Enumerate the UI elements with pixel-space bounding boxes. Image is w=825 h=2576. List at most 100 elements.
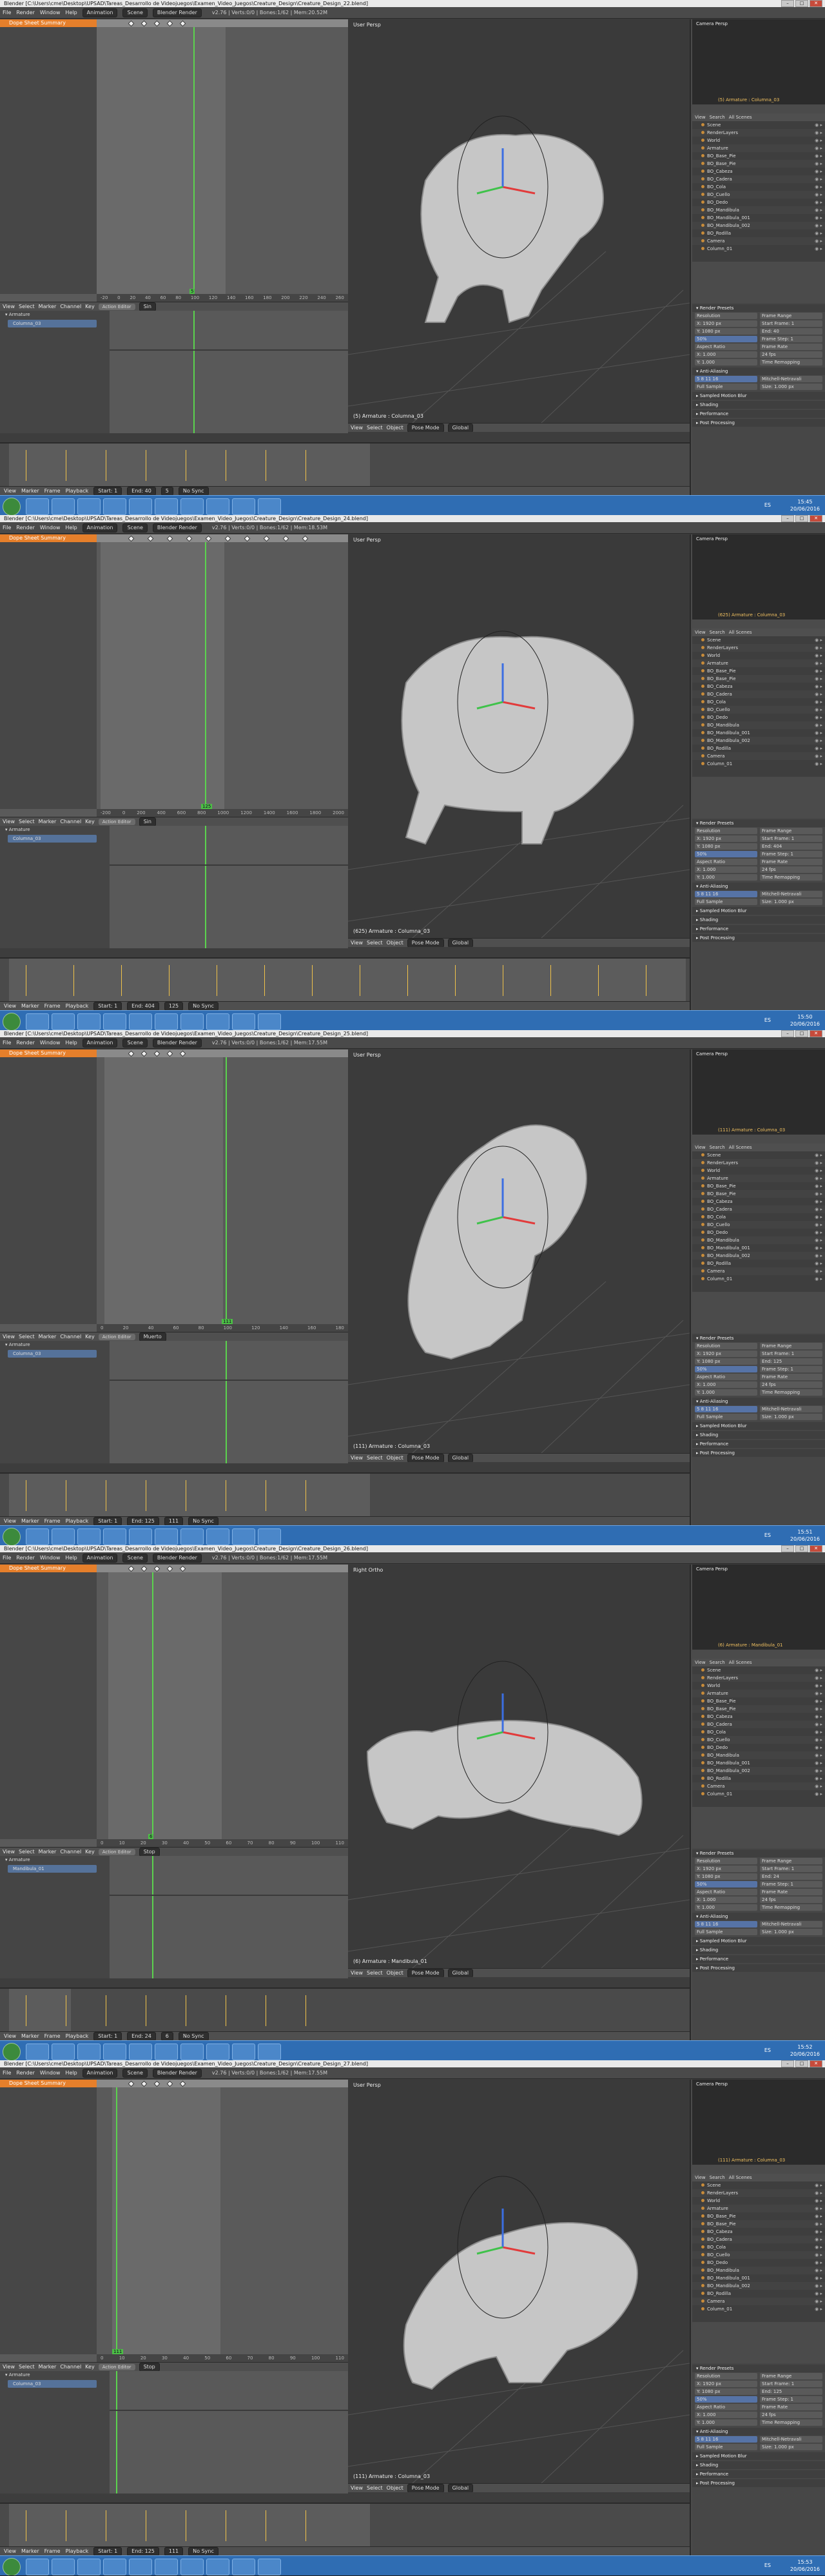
viewport-menu-item[interactable]: View	[351, 1970, 363, 1976]
start-button[interactable]	[3, 2043, 21, 2060]
viewport-menu-item[interactable]: View	[351, 2485, 363, 2491]
aspect-x-field[interactable]: X: 1.000	[695, 351, 757, 358]
timeline-menu-item[interactable]: Playback	[66, 488, 89, 494]
render-presets-header[interactable]: ▾ Render Presets	[692, 1849, 825, 1857]
frame-step-field[interactable]: Frame Step: 1	[760, 2396, 822, 2403]
taskbar-app-button[interactable]	[129, 2044, 152, 2060]
visibility-toggle-icon[interactable]: ◉ ▸	[815, 183, 822, 191]
visibility-toggle-icon[interactable]: ◉ ▸	[815, 2197, 822, 2205]
outliner-item[interactable]: BO_Cuello ◉ ▸	[692, 706, 825, 714]
outliner-item[interactable]: World ◉ ▸	[692, 2197, 825, 2205]
dope-menu-item[interactable]: Marker	[39, 1334, 57, 1340]
visibility-toggle-icon[interactable]: ◉ ▸	[815, 245, 822, 253]
outliner-item[interactable]: World ◉ ▸	[692, 1167, 825, 1175]
dope-menu-item[interactable]: Key	[85, 1849, 95, 1855]
visibility-toggle-icon[interactable]: ◉ ▸	[815, 652, 822, 659]
outliner-item[interactable]: Scene ◉ ▸	[692, 121, 825, 129]
start-frame-field[interactable]: Start: 1	[93, 487, 122, 495]
summary-channel[interactable]: Dope Sheet Summary	[0, 1565, 97, 1572]
taskbar-app-button[interactable]	[258, 1013, 281, 1030]
render-presets-header[interactable]: ▾ Render Presets	[692, 1334, 825, 1342]
viewport-menu-item[interactable]: Object	[387, 425, 403, 431]
visibility-toggle-icon[interactable]: ◉ ▸	[815, 1767, 822, 1775]
anti-aliasing-panel[interactable]: ▾ Anti-Aliasing	[692, 883, 825, 890]
outliner-item[interactable]: BO_Base_Pie ◉ ▸	[692, 667, 825, 675]
menu-window[interactable]: Window	[40, 1555, 61, 1561]
outliner-view-menu[interactable]: View	[695, 1144, 706, 1151]
outliner-item[interactable]: BO_Mandibula ◉ ▸	[692, 721, 825, 729]
outliner-item[interactable]: BO_Base_Pie ◉ ▸	[692, 2212, 825, 2220]
shading-panel[interactable]: ▸ Shading	[692, 401, 825, 409]
scene-selector[interactable]: Scene	[122, 523, 148, 532]
outliner-item[interactable]: BO_Cuello ◉ ▸	[692, 2251, 825, 2259]
visibility-toggle-icon[interactable]: ◉ ▸	[815, 683, 822, 690]
taskbar-app-button[interactable]	[155, 1013, 178, 1030]
outliner-item[interactable]: BO_Base_Pie ◉ ▸	[692, 1697, 825, 1705]
current-frame-field[interactable]: 111	[164, 1517, 184, 1525]
visibility-toggle-icon[interactable]: ◉ ▸	[815, 1751, 822, 1759]
visibility-toggle-icon[interactable]: ◉ ▸	[815, 1682, 822, 1690]
close-button[interactable]: ✕	[810, 0, 822, 7]
visibility-toggle-icon[interactable]: ◉ ▸	[815, 1690, 822, 1697]
visibility-toggle-icon[interactable]: ◉ ▸	[815, 714, 822, 721]
outliner-display-mode[interactable]: All Scenes	[729, 1659, 752, 1666]
dope-menu-item[interactable]: View	[3, 304, 15, 309]
current-frame-field[interactable]: 5	[160, 487, 173, 495]
armature-channel[interactable]: ▾ Armature	[0, 2371, 110, 2379]
visibility-toggle-icon[interactable]: ◉ ▸	[815, 2290, 822, 2298]
start-frame-field[interactable]: Start Frame: 1	[760, 320, 822, 327]
dope-menu-item[interactable]: Select	[19, 1849, 35, 1855]
aa-sample-selector[interactable]: 5 8 11 16	[695, 891, 757, 897]
post-processing-panel[interactable]: ▸ Post Processing	[692, 1449, 825, 1457]
outliner-item[interactable]: BO_Rodilla ◉ ▸	[692, 745, 825, 752]
timeline-menu-item[interactable]: Playback	[66, 1518, 89, 1524]
visibility-toggle-icon[interactable]: ◉ ▸	[815, 1666, 822, 1674]
outliner-item[interactable]: Camera ◉ ▸	[692, 2298, 825, 2305]
visibility-toggle-icon[interactable]: ◉ ▸	[815, 160, 822, 168]
outliner-item[interactable]: BO_Mandibula ◉ ▸	[692, 1236, 825, 1244]
close-button[interactable]: ✕	[810, 1545, 822, 1552]
outliner-item[interactable]: Armature ◉ ▸	[692, 144, 825, 152]
render-engine-selector[interactable]: Blender Render	[152, 8, 202, 17]
outliner-search-menu[interactable]: Search	[710, 2174, 725, 2181]
layout-selector[interactable]: Animation	[82, 523, 118, 532]
minimize-button[interactable]: –	[781, 515, 794, 522]
visibility-toggle-icon[interactable]: ◉ ▸	[815, 636, 822, 644]
layout-selector[interactable]: Animation	[82, 1038, 118, 1048]
filter-size-field[interactable]: Size: 1.000 px	[760, 2444, 822, 2450]
outliner-search-menu[interactable]: Search	[710, 1144, 725, 1151]
menu-file[interactable]: File	[3, 10, 11, 15]
performance-panel[interactable]: ▸ Performance	[692, 410, 825, 418]
outliner-display-mode[interactable]: All Scenes	[729, 629, 752, 636]
menu-window[interactable]: Window	[40, 10, 61, 15]
interaction-mode-selector[interactable]: Pose Mode	[407, 939, 444, 947]
visibility-toggle-icon[interactable]: ◉ ▸	[815, 1782, 822, 1790]
frame-step-field[interactable]: Frame Step: 1	[760, 1881, 822, 1888]
outliner-item[interactable]: BO_Dedo ◉ ▸	[692, 1744, 825, 1751]
outliner-item[interactable]: BO_Base_Pie ◉ ▸	[692, 160, 825, 168]
outliner-item[interactable]: BO_Base_Pie ◉ ▸	[692, 1190, 825, 1198]
outliner-item[interactable]: BO_Cola ◉ ▸	[692, 1728, 825, 1736]
motion-blur-panel[interactable]: ▸ Sampled Motion Blur	[692, 392, 825, 400]
start-button[interactable]	[3, 2558, 21, 2575]
visibility-toggle-icon[interactable]: ◉ ▸	[815, 1198, 822, 1205]
3d-viewport[interactable]: User Persp (111) Armature : Columna_03	[348, 1049, 690, 1453]
outliner-item[interactable]: BO_Base_Pie ◉ ▸	[692, 2220, 825, 2228]
aa-filter-selector[interactable]: Mitchell-Netravali	[760, 376, 822, 382]
timeline-menu-item[interactable]: Marker	[21, 1518, 39, 1524]
dope-menu-item[interactable]: View	[3, 1849, 15, 1855]
outliner-view-menu[interactable]: View	[695, 629, 706, 636]
end-frame-field[interactable]: End: 404	[760, 843, 822, 850]
outliner-item[interactable]: BO_Cola ◉ ▸	[692, 183, 825, 191]
visibility-toggle-icon[interactable]: ◉ ▸	[815, 690, 822, 698]
armature-channel[interactable]: ▾ Armature	[0, 311, 110, 318]
resolution-x-field[interactable]: X: 1920 px	[695, 320, 757, 327]
outliner-display-mode[interactable]: All Scenes	[729, 2174, 752, 2181]
taskbar-app-button[interactable]	[129, 1013, 152, 1030]
full-sample-checkbox[interactable]: Full Sample	[695, 1929, 757, 1935]
performance-panel[interactable]: ▸ Performance	[692, 1955, 825, 1963]
start-button[interactable]	[3, 1528, 21, 1545]
shading-panel[interactable]: ▸ Shading	[692, 1431, 825, 1439]
outliner-item[interactable]: BO_Rodilla ◉ ▸	[692, 2290, 825, 2298]
timeline-menu-item[interactable]: Marker	[21, 1003, 39, 1009]
